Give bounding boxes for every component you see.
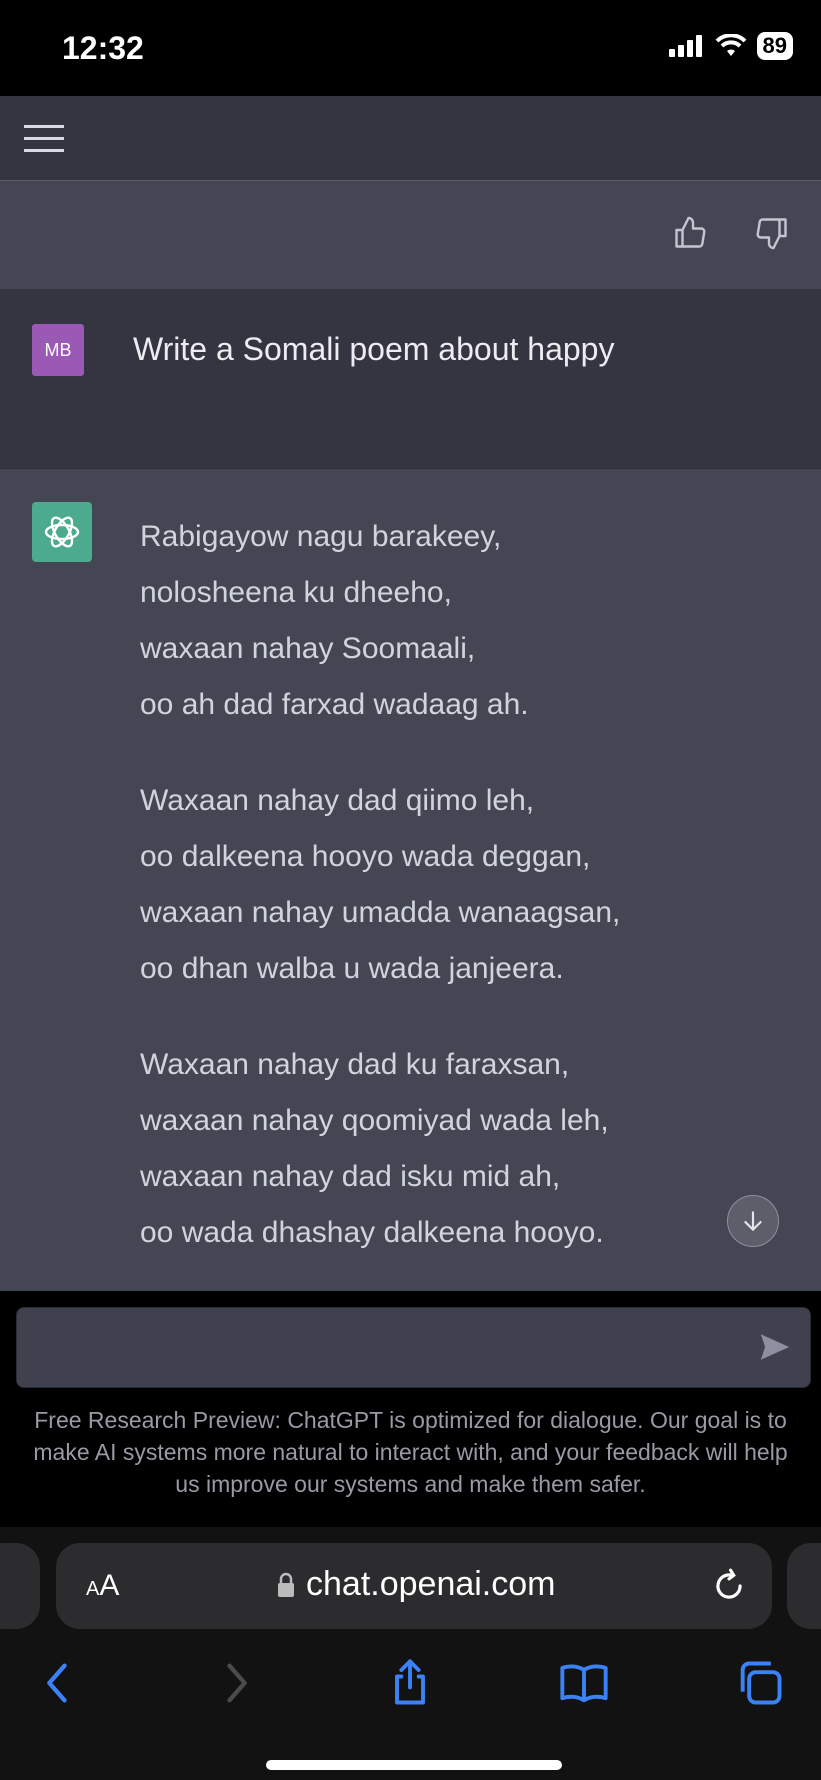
tabs-icon[interactable]: [734, 1657, 786, 1709]
browser-navigation: [0, 1647, 821, 1737]
wifi-icon: [715, 34, 746, 56]
next-tab[interactable]: [787, 1543, 821, 1629]
bookmarks-icon[interactable]: [558, 1657, 610, 1709]
previous-tab[interactable]: [0, 1543, 40, 1629]
reader-options-button[interactable]: AA: [86, 1569, 119, 1603]
status-bar: 12:32 89: [0, 0, 821, 96]
hamburger-icon[interactable]: [24, 124, 64, 154]
scroll-to-bottom-button[interactable]: [727, 1195, 779, 1247]
lock-icon: [278, 1572, 294, 1597]
poem-line: oo dhan walba u wada janjeera.: [140, 952, 564, 985]
send-icon[interactable]: [758, 1330, 792, 1364]
browser-bar: AA chat.openai.com: [0, 1527, 821, 1780]
thumbs-up-icon[interactable]: [672, 215, 708, 251]
address-bar[interactable]: AA chat.openai.com: [56, 1543, 772, 1629]
poem-line: oo ah dad farxad wadaag ah.: [140, 688, 529, 721]
signal-icon: [668, 35, 702, 57]
poem-line: waxaan nahay dad isku mid ah,: [140, 1160, 561, 1193]
user-message-text: Write a Somali poem about happy: [133, 331, 615, 367]
stanza: Rabigayow nagu barakeey, nolosheena ku d…: [140, 509, 620, 733]
user-message: MB Write a Somali poem about happy: [0, 289, 821, 469]
disclaimer-text: Free Research Preview: ChatGPT is optimi…: [33, 1407, 788, 1497]
stanza: Waxaan nahay dad qiimo leh, oo dalkeena …: [140, 773, 620, 997]
thumbs-down-icon[interactable]: [754, 215, 790, 251]
assistant-message: Rabigayow nagu barakeey, nolosheena ku d…: [0, 469, 821, 1291]
reload-icon[interactable]: [710, 1567, 748, 1605]
battery-indicator: 89: [756, 32, 793, 60]
url-text: chat.openai.com: [306, 1565, 556, 1603]
openai-logo-icon: [32, 502, 92, 562]
poem-line: Rabigayow nagu barakeey,: [140, 520, 502, 553]
share-icon[interactable]: [384, 1657, 436, 1709]
poem-line: oo wada dhashay dalkeena hooyo.: [140, 1216, 604, 1249]
poem-line: Waxaan nahay dad qiimo leh,: [140, 784, 535, 817]
poem-line: waxaan nahay umadda wanaagsan,: [140, 896, 621, 929]
url-display[interactable]: chat.openai.com: [276, 1565, 556, 1604]
poem-line: waxaan nahay qoomiyad wada leh,: [140, 1104, 609, 1137]
poem: Rabigayow nagu barakeey, nolosheena ku d…: [140, 509, 620, 1301]
forward-icon[interactable]: [210, 1657, 262, 1709]
app-header: [0, 96, 821, 181]
user-avatar: MB: [32, 324, 84, 376]
feedback-row: [0, 181, 821, 289]
back-icon[interactable]: [32, 1657, 84, 1709]
poem-line: waxaan nahay Soomaali,: [140, 632, 476, 665]
message-input[interactable]: [16, 1307, 811, 1388]
stanza: Waxaan nahay dad ku faraxsan, waxaan nah…: [140, 1037, 620, 1261]
poem-line: nolosheena ku dheeho,: [140, 576, 452, 609]
arrow-down-icon: [744, 1211, 762, 1231]
status-icons: 89: [668, 32, 793, 60]
poem-line: oo dalkeena hooyo wada deggan,: [140, 840, 591, 873]
status-time: 12:32: [62, 30, 144, 66]
home-indicator: [266, 1760, 562, 1770]
poem-line: Waxaan nahay dad ku faraxsan,: [140, 1048, 570, 1081]
